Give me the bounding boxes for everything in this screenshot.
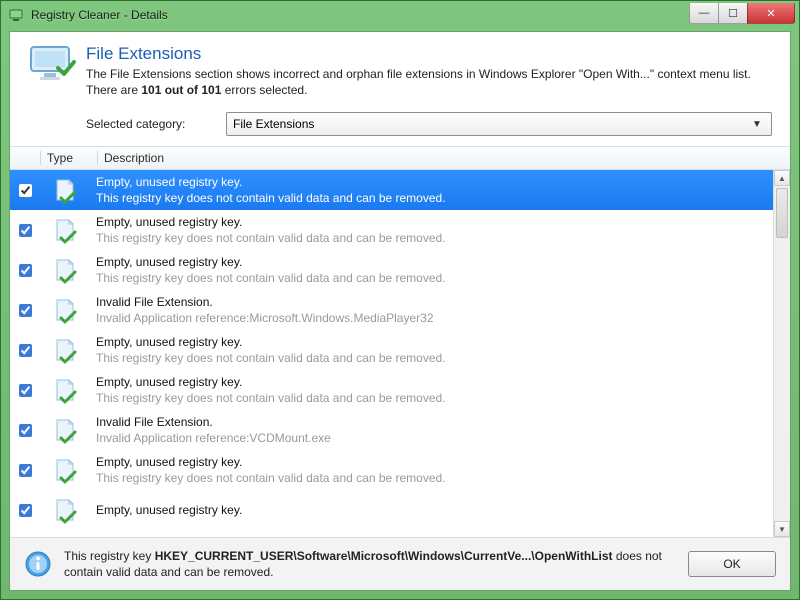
- row-detail: This registry key does not contain valid…: [96, 350, 768, 366]
- row-checkbox[interactable]: [10, 341, 40, 360]
- footer-bold: HKEY_CURRENT_USER\Software\Microsoft\Win…: [155, 549, 613, 563]
- row-detail: This registry key does not contain valid…: [96, 230, 768, 246]
- footer-prefix: This registry key: [64, 549, 155, 563]
- table-row[interactable]: Empty, unused registry key.This registry…: [10, 450, 774, 490]
- row-checkbox[interactable]: [10, 261, 40, 280]
- window-title: Registry Cleaner - Details: [31, 8, 690, 22]
- ok-label: OK: [723, 557, 740, 571]
- maximize-button[interactable]: ☐: [718, 3, 748, 24]
- file-check-icon: [40, 416, 90, 444]
- titlebar[interactable]: Registry Cleaner - Details — ☐ ✕: [1, 1, 799, 29]
- window-buttons: — ☐ ✕: [690, 3, 795, 23]
- row-description: Invalid File Extension.Invalid Applicati…: [90, 290, 774, 330]
- row-description: Empty, unused registry key.This registry…: [90, 170, 774, 210]
- table-row[interactable]: Empty, unused registry key.This registry…: [10, 330, 774, 370]
- ok-button[interactable]: OK: [688, 551, 776, 577]
- scroll-up-button[interactable]: ▲: [774, 170, 790, 186]
- subtext-b: errors selected.: [221, 83, 307, 97]
- file-check-icon: [40, 376, 90, 404]
- table-row[interactable]: Empty, unused registry key.This registry…: [10, 210, 774, 250]
- row-title: Empty, unused registry key.: [96, 254, 768, 270]
- row-detail: This registry key does not contain valid…: [96, 270, 768, 286]
- file-check-icon: [40, 456, 90, 484]
- row-checkbox[interactable]: [10, 421, 40, 440]
- category-dropdown[interactable]: File Extensions ▼: [226, 112, 772, 136]
- list-header: Type Description: [10, 146, 790, 170]
- list-body: Empty, unused registry key.This registry…: [10, 170, 790, 537]
- monitor-icon: [28, 44, 76, 84]
- row-description: Empty, unused registry key.This registry…: [90, 210, 774, 250]
- row-description: Empty, unused registry key.This registry…: [90, 370, 774, 410]
- table-row[interactable]: Empty, unused registry key.This registry…: [10, 170, 774, 210]
- row-title: Invalid File Extension.: [96, 294, 768, 310]
- row-checkbox[interactable]: [10, 181, 40, 200]
- row-detail: This registry key does not contain valid…: [96, 190, 768, 206]
- footer: This registry key HKEY_CURRENT_USER\Soft…: [10, 537, 790, 590]
- table-row[interactable]: Empty, unused registry key.: [10, 490, 774, 530]
- file-check-icon: [40, 296, 90, 324]
- list: Type Description Empty, unused registry …: [10, 146, 790, 537]
- category-row: Selected category: File Extensions ▼: [28, 112, 772, 136]
- file-check-icon: [40, 216, 90, 244]
- scroll-thumb[interactable]: [776, 188, 788, 238]
- table-row[interactable]: Invalid File Extension.Invalid Applicati…: [10, 410, 774, 450]
- table-row[interactable]: Invalid File Extension.Invalid Applicati…: [10, 290, 774, 330]
- scroll-track[interactable]: [774, 186, 790, 521]
- footer-text: This registry key HKEY_CURRENT_USER\Soft…: [64, 548, 676, 580]
- row-title: Empty, unused registry key.: [96, 334, 768, 350]
- row-description: Empty, unused registry key.: [90, 498, 774, 522]
- row-description: Empty, unused registry key.This registry…: [90, 250, 774, 290]
- row-checkbox[interactable]: [10, 221, 40, 240]
- row-title: Empty, unused registry key.: [96, 454, 768, 470]
- category-label: Selected category:: [86, 117, 226, 131]
- info-icon: [24, 550, 52, 578]
- window-frame: Registry Cleaner - Details — ☐ ✕: [0, 0, 800, 600]
- page-subtext: The File Extensions section shows incorr…: [86, 66, 772, 98]
- minimize-button[interactable]: —: [689, 3, 719, 24]
- row-title: Invalid File Extension.: [96, 414, 768, 430]
- table-row[interactable]: Empty, unused registry key.This registry…: [10, 370, 774, 410]
- row-description: Empty, unused registry key.This registry…: [90, 330, 774, 370]
- app-icon: [9, 7, 25, 23]
- chevron-down-icon: ▼: [749, 119, 765, 130]
- row-detail: This registry key does not contain valid…: [96, 470, 768, 486]
- category-value: File Extensions: [233, 117, 749, 131]
- file-check-icon: [40, 496, 90, 524]
- row-title: Empty, unused registry key.: [96, 174, 768, 190]
- row-checkbox[interactable]: [10, 301, 40, 320]
- close-button[interactable]: ✕: [747, 3, 795, 24]
- header: File Extensions The File Extensions sect…: [10, 32, 790, 146]
- column-description[interactable]: Description: [98, 151, 774, 165]
- vertical-scrollbar[interactable]: ▲ ▼: [773, 170, 790, 537]
- file-check-icon: [40, 176, 90, 204]
- table-row[interactable]: Empty, unused registry key.This registry…: [10, 250, 774, 290]
- row-checkbox[interactable]: [10, 381, 40, 400]
- file-check-icon: [40, 336, 90, 364]
- row-description: Empty, unused registry key.This registry…: [90, 450, 774, 490]
- page-heading: File Extensions: [86, 44, 772, 64]
- row-checkbox[interactable]: [10, 501, 40, 520]
- row-detail: Invalid Application reference:Microsoft.…: [96, 310, 768, 326]
- subtext-bold: 101 out of 101: [141, 83, 221, 97]
- column-type[interactable]: Type: [41, 151, 97, 165]
- row-title: Empty, unused registry key.: [96, 502, 768, 518]
- file-check-icon: [40, 256, 90, 284]
- row-description: Invalid File Extension.Invalid Applicati…: [90, 410, 774, 450]
- scroll-down-button[interactable]: ▼: [774, 521, 790, 537]
- row-checkbox[interactable]: [10, 461, 40, 480]
- row-title: Empty, unused registry key.: [96, 374, 768, 390]
- row-title: Empty, unused registry key.: [96, 214, 768, 230]
- row-detail: Invalid Application reference:VCDMount.e…: [96, 430, 768, 446]
- client-area: File Extensions The File Extensions sect…: [9, 31, 791, 591]
- row-detail: This registry key does not contain valid…: [96, 390, 768, 406]
